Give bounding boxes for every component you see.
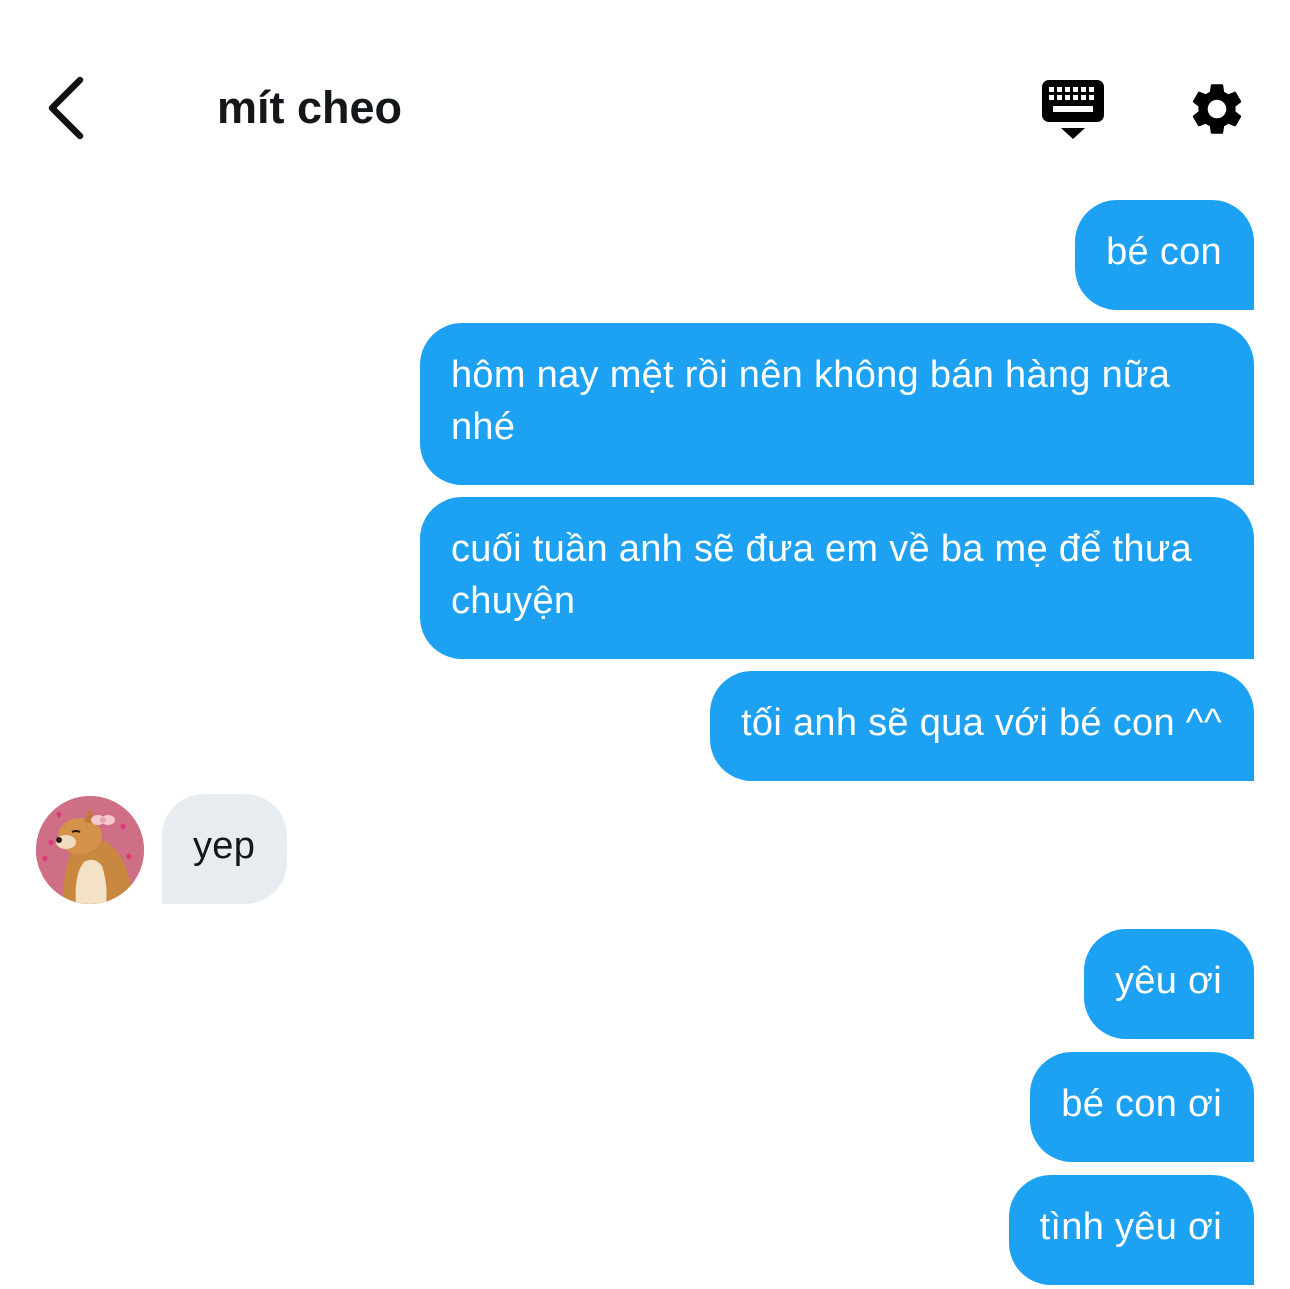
outgoing-message[interactable]: hôm nay mệt rồi nên không bán hàng nữa n… (420, 323, 1254, 485)
avatar[interactable] (36, 796, 144, 904)
outgoing-message[interactable]: bé con (1075, 200, 1254, 310)
incoming-message[interactable]: yep (162, 794, 288, 904)
outgoing-message[interactable]: cuối tuần anh sẽ đưa em về ba mẹ để thưa… (420, 497, 1254, 659)
dog-avatar-icon (36, 796, 144, 904)
outgoing-message[interactable]: bé con ơi (1030, 1052, 1254, 1162)
outgoing-message[interactable]: tối anh sẽ qua với bé con ^^ (710, 671, 1254, 781)
message-list[interactable]: bé con hôm nay mệt rồi nên không bán hàn… (0, 0, 1290, 1289)
outgoing-message[interactable]: tình yêu ơi (1008, 1175, 1254, 1285)
outgoing-message[interactable]: yêu ơi (1084, 929, 1254, 1039)
